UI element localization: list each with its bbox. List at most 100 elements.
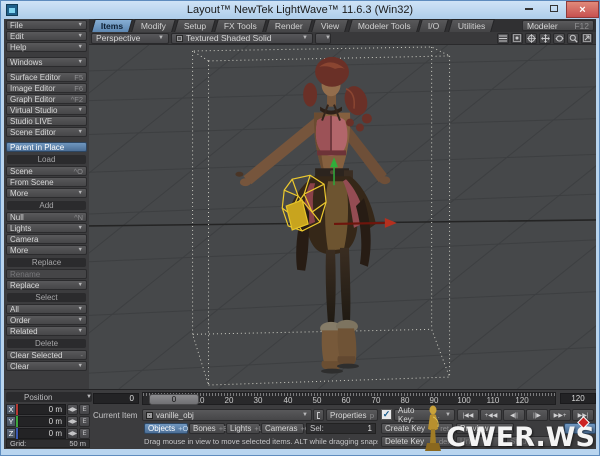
viewport-scene (89, 45, 596, 389)
viewport-toolbar: Perspective Textured Shaded Solid (89, 32, 596, 45)
character-left-hand (239, 178, 251, 187)
rotate-view-icon[interactable] (553, 32, 565, 44)
minimize-icon (524, 7, 533, 10)
tab-items[interactable]: Items (91, 19, 134, 32)
z-envelope-button[interactable]: E (79, 428, 90, 439)
surface-editor-button[interactable]: Surface Editor F5 (6, 72, 87, 82)
play-forward-button[interactable]: ||▶ (526, 409, 548, 421)
load-more-dropdown[interactable]: More (6, 188, 87, 198)
studio-live-button[interactable]: Studio LIVE (6, 116, 87, 126)
maximize-viewport-icon[interactable] (581, 32, 593, 44)
select-related-dropdown[interactable]: Related (6, 326, 87, 336)
zoom-view-icon[interactable] (567, 32, 579, 44)
select-order-dropdown[interactable]: Order (6, 315, 87, 325)
shading-mode-dropdown[interactable]: Textured Shaded Solid (171, 32, 313, 44)
viewport-nav-icons (497, 32, 596, 44)
graph-editor-button[interactable]: Graph Editor ^F2 (6, 94, 87, 104)
highlighted-button[interactable] (564, 423, 596, 434)
tab-io[interactable]: I/O (418, 19, 450, 32)
undo-button[interactable]: Undo (456, 436, 502, 447)
go-to-end-button[interactable]: ▶▶| (572, 409, 594, 421)
objects-mode-button[interactable]: Objects +O (144, 423, 188, 434)
tab-utilities[interactable]: Utilities (447, 19, 495, 32)
timeline-scrubber-handle[interactable]: 0 (149, 394, 199, 405)
x-spinner[interactable]: ◀▶ (67, 404, 78, 415)
center-view-icon[interactable] (525, 32, 537, 44)
add-null-button[interactable]: Null ^N (6, 212, 87, 222)
preview-dropdown[interactable]: Preview (456, 423, 514, 434)
step-button[interactable]: Step (506, 436, 552, 447)
windows-menu[interactable]: Windows (6, 57, 87, 67)
position-z-row: Z 0 m ◀▶ E (6, 428, 90, 439)
timeline-tick-label: 90 (429, 396, 439, 405)
timeline-ruler[interactable]: 10 20 30 40 50 60 70 80 90 100 110 120 0 (142, 392, 556, 405)
modeler-shortcut: F12 (574, 20, 589, 31)
current-item-label: Current Item (93, 411, 138, 420)
z-spinner[interactable]: ◀▶ (67, 428, 78, 439)
auto-key-checkbox[interactable]: ✓ (381, 409, 392, 420)
edit-menu[interactable]: Edit (6, 31, 87, 41)
add-lights-dropdown[interactable]: Lights (6, 223, 87, 233)
virtual-studio-button[interactable]: Virtual Studio (6, 105, 87, 115)
object-item-icon (146, 411, 153, 419)
image-editor-button[interactable]: Image Editor F6 (6, 83, 87, 93)
bones-mode-button[interactable]: Bones +B (189, 423, 228, 434)
current-item-dropdown[interactable]: vanille_obj (142, 409, 312, 421)
close-button[interactable]: × (566, 1, 599, 18)
parent-in-place-button[interactable]: Parent in Place (6, 142, 87, 152)
previous-key-button[interactable]: +◀◀ (480, 409, 502, 421)
viewport-3d[interactable] (89, 45, 596, 389)
load-from-scene-button[interactable]: From Scene (6, 177, 87, 187)
viewport-menu-icon[interactable] (497, 32, 509, 44)
pan-view-icon[interactable] (539, 32, 551, 44)
lights-mode-button[interactable]: Lights +L (226, 423, 263, 434)
play-reverse-button[interactable]: ◀|| (503, 409, 525, 421)
tab-fx-tools[interactable]: FX Tools (214, 19, 268, 32)
y-position-field[interactable]: 0 m (18, 416, 66, 427)
clear-dropdown[interactable]: Clear (6, 361, 87, 371)
create-key-button[interactable]: Create Key ret (381, 423, 453, 434)
item-list-button[interactable] (313, 409, 324, 421)
help-menu[interactable]: Help (6, 42, 87, 52)
character-model[interactable] (235, 56, 391, 374)
check-icon: ✓ (382, 409, 391, 419)
frame-end-field[interactable]: 120 (560, 393, 596, 404)
shading-options-dropdown[interactable] (315, 32, 331, 44)
tab-view[interactable]: View (311, 19, 350, 32)
auto-key-dropdown[interactable]: Auto Key: ‥ (394, 406, 455, 424)
replace-dropdown[interactable]: Replace (6, 280, 87, 290)
timeline-tick-label: 30 (253, 396, 263, 405)
tab-modeler-tools[interactable]: Modeler Tools (347, 19, 421, 32)
clear-selected-button[interactable]: Clear Selected - (6, 350, 87, 360)
add-more-dropdown[interactable]: More (6, 245, 87, 255)
cameras-mode-button[interactable]: Cameras+C (261, 423, 310, 434)
go-to-start-button[interactable]: |◀◀ (457, 409, 479, 421)
next-key-button[interactable]: ▶▶+ (549, 409, 571, 421)
x-axis-badge: X (6, 404, 16, 415)
x-position-field[interactable]: 0 m (18, 404, 66, 415)
y-envelope-button[interactable]: E (79, 416, 90, 427)
tab-modify[interactable]: Modify (131, 19, 177, 32)
scene-editor-button[interactable]: Scene Editor (6, 127, 87, 137)
frame-start-field[interactable]: 0 (93, 393, 139, 404)
x-envelope-button[interactable]: E (79, 404, 90, 415)
select-all-dropdown[interactable]: All (6, 304, 87, 314)
y-spinner[interactable]: ◀▶ (67, 416, 78, 427)
load-scene-button[interactable]: Scene ^O (6, 166, 87, 176)
timeline-tick-label: 60 (341, 396, 351, 405)
minimize-button[interactable] (516, 1, 541, 16)
tab-setup[interactable]: Setup (174, 19, 217, 32)
position-channel-selector[interactable]: Position (6, 392, 92, 402)
replace-section-header: Replace (7, 258, 86, 267)
delete-key-button[interactable]: Delete Key del (381, 436, 453, 447)
modeler-button[interactable]: Modeler F12 (522, 20, 594, 31)
maximize-button[interactable] (541, 1, 566, 16)
center-item-icon[interactable] (511, 32, 523, 44)
timeline-tick-label: 110 (486, 396, 500, 405)
file-menu[interactable]: File (6, 20, 87, 30)
add-camera-button[interactable]: Camera (6, 234, 87, 244)
tab-render[interactable]: Render (265, 19, 314, 32)
z-position-field[interactable]: 0 m (18, 428, 66, 439)
properties-button[interactable]: Properties p (326, 409, 378, 421)
view-mode-dropdown[interactable]: Perspective (91, 32, 169, 44)
